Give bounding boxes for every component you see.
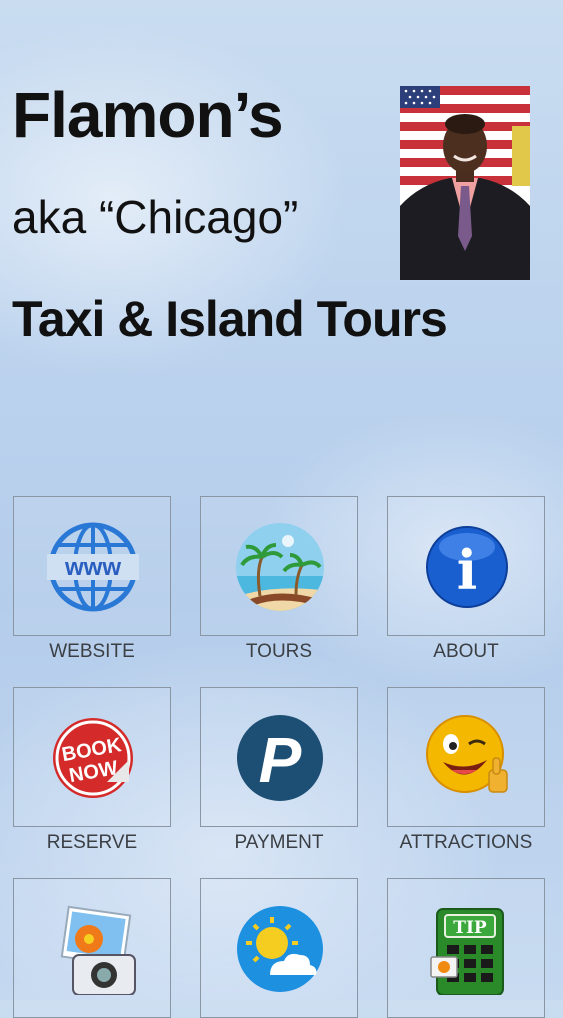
- book-now-sticker-icon: BOOK NOW: [43, 712, 143, 804]
- info-letter: i: [457, 538, 478, 602]
- www-text: www: [64, 554, 121, 581]
- info-icon: i: [417, 521, 517, 613]
- tile-photos[interactable]: [13, 878, 171, 1018]
- globe-www-icon: www: [43, 521, 143, 613]
- beach-palm-icon: [230, 521, 330, 613]
- paypal-p-icon: P: [230, 712, 330, 804]
- tile-payment-label[interactable]: PAYMENT: [184, 832, 374, 854]
- tile-reserve-label[interactable]: RESERVE: [0, 832, 187, 854]
- tile-about-label[interactable]: ABOUT: [371, 641, 561, 663]
- tile-attractions[interactable]: [387, 687, 545, 827]
- tip-calculator-icon: TIP: [417, 903, 517, 996]
- smiley-thumbs-up-icon: [417, 712, 517, 804]
- tile-attractions-label[interactable]: ATTRACTIONS: [371, 832, 561, 854]
- tile-tours-label[interactable]: TOURS: [184, 641, 374, 663]
- tile-tours[interactable]: [200, 496, 358, 636]
- tile-about[interactable]: i: [387, 496, 545, 636]
- paypal-letter: P: [259, 724, 302, 796]
- tile-payment[interactable]: P: [200, 687, 358, 827]
- tile-tip-calculator[interactable]: TIP: [387, 878, 545, 1018]
- tile-reserve[interactable]: BOOK NOW: [13, 687, 171, 827]
- tile-weather[interactable]: [200, 878, 358, 1018]
- photo-camera-icon: [43, 903, 143, 996]
- tile-website-label[interactable]: WEBSITE: [0, 641, 187, 663]
- tile-website[interactable]: www: [13, 496, 171, 636]
- tip-text: TIP: [453, 918, 487, 938]
- weather-sun-cloud-icon: [230, 903, 330, 995]
- menu-grid: www WEBSITE TOURS i ABOUT BOOK NOW RESER…: [0, 0, 563, 1018]
